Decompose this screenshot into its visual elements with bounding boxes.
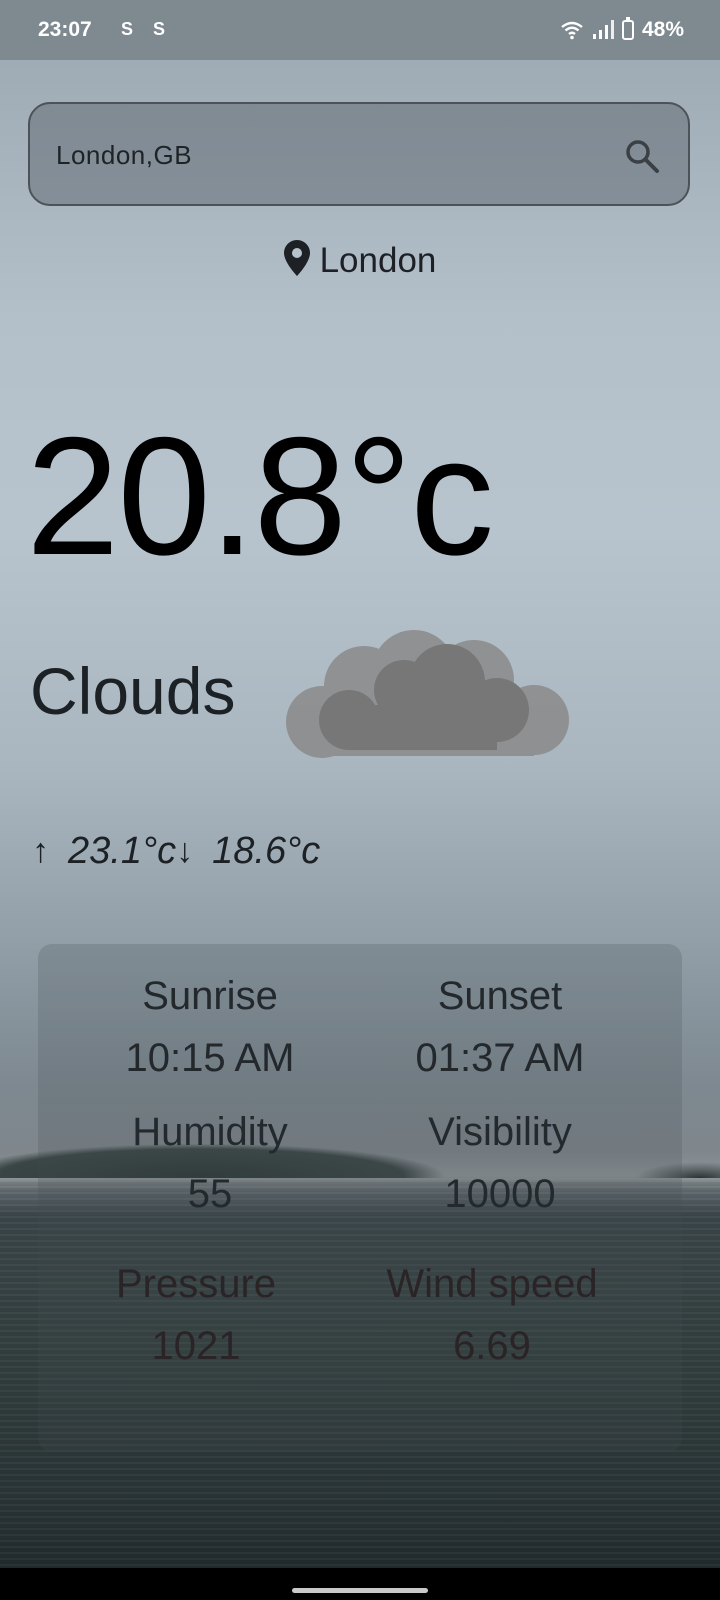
visibility-value: 10000: [444, 1172, 556, 1216]
min-temperature: 18.6°c: [212, 830, 321, 872]
visibility-label: Visibility: [428, 1110, 572, 1154]
visibility-cell: Visibility 10000: [350, 1108, 650, 1218]
status-time: 23:07: [38, 18, 92, 41]
humidity-label: Humidity: [132, 1110, 288, 1154]
sunset-label: Sunset: [437, 974, 563, 1018]
pressure-value: 1021: [151, 1324, 241, 1368]
cloud-icon: [286, 630, 569, 758]
wifi-icon: [561, 21, 583, 40]
battery-icon: [621, 17, 634, 40]
arrow-up-icon: ↑: [32, 832, 49, 870]
wind-speed-cell: Wind speed 6.69: [342, 1260, 642, 1370]
navigation-bar: [0, 1568, 720, 1600]
location-city: London: [319, 241, 437, 280]
status-right: 48%: [560, 17, 684, 42]
location-pin-icon: [283, 240, 310, 276]
humidity-cell: Humidity 55: [60, 1108, 360, 1218]
search-box[interactable]: [28, 102, 690, 206]
weather-condition: Clouds: [30, 654, 236, 728]
arrow-down-icon: ↓: [176, 832, 194, 870]
search-input[interactable]: [54, 104, 598, 206]
sunset-cell: Sunset 01:37 AM: [350, 972, 650, 1082]
current-temperature: 20.8°c: [26, 402, 494, 590]
pressure-label: Pressure: [115, 1262, 277, 1306]
wind-speed-value: 6.69: [453, 1324, 531, 1368]
s-icon: S: [120, 19, 133, 39]
location-label: London: [0, 240, 720, 281]
sunrise-value: 10:15 AM: [125, 1036, 295, 1080]
signal-icon: [592, 20, 614, 39]
min-max-temperature: ↑ 23.1°c ↓ 18.6°c: [32, 830, 320, 873]
sunrise-label: Sunrise: [142, 974, 278, 1018]
humidity-value: 55: [187, 1172, 233, 1216]
max-temperature: 23.1°c: [68, 830, 177, 872]
search-icon[interactable]: [624, 138, 660, 174]
battery-percent: 48%: [641, 18, 684, 41]
home-gesture-handle[interactable]: [292, 1588, 428, 1593]
sunset-value: 01:37 AM: [415, 1036, 585, 1080]
sunrise-cell: Sunrise 10:15 AM: [60, 972, 360, 1082]
pressure-cell: Pressure 1021: [46, 1260, 346, 1370]
status-bar: 23:07 S S 48%: [0, 0, 720, 60]
wind-speed-label: Wind speed: [386, 1262, 598, 1306]
s-icon: S: [152, 19, 165, 39]
